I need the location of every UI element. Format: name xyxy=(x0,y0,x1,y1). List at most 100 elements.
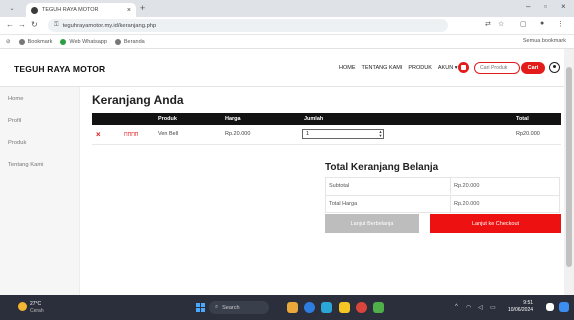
continue-shopping-button[interactable]: Lanjut Berbelanja xyxy=(325,214,419,233)
tab-search-icon[interactable]: ⌄ xyxy=(6,3,18,14)
network-icon[interactable]: ◠ xyxy=(466,304,471,311)
nav-account-dropdown[interactable]: AKUN ▾ xyxy=(438,65,458,71)
column-header-total: Total xyxy=(516,115,529,122)
cart-table: Produk Harga Jumlah Total × ПППП Ven Bel… xyxy=(92,113,561,145)
web-page: TEGUH RAYA MOTOR HOME TENTANG KAMI PRODU… xyxy=(0,49,564,295)
tray-chevron-icon[interactable]: ^ xyxy=(455,304,458,310)
nav-about[interactable]: TENTANG KAMI xyxy=(362,65,403,71)
maximize-icon[interactable]: ▫ xyxy=(544,2,547,11)
clock-date: 10/06/2024 xyxy=(508,307,534,313)
copilot-icon[interactable] xyxy=(559,302,569,312)
minimize-icon[interactable]: – xyxy=(526,2,530,11)
total-label: Total Harga xyxy=(329,201,358,207)
sidebar: Home Profil Produk Tentang Kami xyxy=(0,87,80,295)
subtotal-row: Subtotal Rp.20.000 xyxy=(325,177,560,195)
url-text: teguhrayamotor.my.id/keranjang.php xyxy=(62,22,157,29)
taskbar-search[interactable]: ⌕ Search xyxy=(209,301,269,314)
app-icon[interactable] xyxy=(373,302,384,313)
bookmarks-bar: ⊘ Bookmark Web Whatsapp Beranda Semua bo… xyxy=(0,35,574,49)
weather-desc: Cerah xyxy=(30,308,44,314)
weather-sun-icon xyxy=(18,302,27,311)
checkout-button[interactable]: Lanjut ke Checkout xyxy=(430,214,561,233)
search-icon: ⌕ xyxy=(215,304,219,310)
site-brand[interactable]: TEGUH RAYA MOTOR xyxy=(14,64,105,74)
extensions-icon[interactable]: ▢ xyxy=(520,20,527,28)
column-header-product: Produk xyxy=(158,115,177,122)
cart-totals-table: Subtotal Rp.20.000 Total Harga Rp.20.000 xyxy=(325,177,560,213)
product-price: Rp.20.000 xyxy=(225,131,251,137)
nav-products[interactable]: PRODUK xyxy=(408,65,432,71)
chrome-icon[interactable] xyxy=(356,302,367,313)
page-scrollbar[interactable] xyxy=(564,49,574,295)
quantity-stepper[interactable] xyxy=(302,129,384,139)
table-row: × ПППП Ven Bell Rp.20.000 ▲▼ Rp20.000 xyxy=(92,125,561,145)
nav-home[interactable]: HOME xyxy=(339,65,356,71)
weather-widget[interactable]: 27°C Cerah xyxy=(18,300,58,315)
profile-icon[interactable]: ● xyxy=(540,20,544,27)
bookmark-favicon-icon xyxy=(114,38,121,45)
quantity-spinner-icon[interactable]: ▲ ▼ xyxy=(378,130,383,138)
site-header: TEGUH RAYA MOTOR HOME TENTANG KAMI PRODU… xyxy=(0,49,564,87)
bookmark-favicon-icon xyxy=(18,38,25,45)
cart-totals-title: Total Keranjang Belanja xyxy=(325,162,439,173)
menu-kebab-icon[interactable]: ⋮ xyxy=(557,20,564,28)
site-favicon-icon xyxy=(31,6,38,14)
back-icon[interactable]: ← xyxy=(6,20,14,29)
column-header-price: Harga xyxy=(225,115,241,122)
all-bookmarks-button[interactable]: Semua bookmark xyxy=(523,38,566,44)
bookmark-item[interactable]: Bookmark xyxy=(18,38,52,45)
windows-start-icon[interactable] xyxy=(196,303,205,312)
tab-title: TEGUH RAYA MOTOR xyxy=(42,7,99,13)
new-tab-icon[interactable]: + xyxy=(140,3,145,13)
whatsapp-icon xyxy=(60,38,67,45)
forward-icon[interactable]: → xyxy=(18,20,26,29)
clock-time: 9:51 xyxy=(523,300,534,306)
remove-item-icon[interactable]: × xyxy=(96,130,101,139)
column-header-qty: Jumlah xyxy=(304,115,324,122)
user-icon[interactable] xyxy=(549,62,560,73)
sidebar-item-home[interactable]: Home xyxy=(0,88,80,110)
tab-close-icon[interactable]: × xyxy=(127,7,131,14)
volume-icon[interactable]: ◁ xyxy=(478,304,483,311)
total-row: Total Harga Rp.20.000 xyxy=(325,195,560,213)
bookmark-item[interactable]: Beranda xyxy=(114,38,145,45)
sidebar-item-profile[interactable]: Profil xyxy=(0,110,80,132)
browser-tab-strip: ⌄ TEGUH RAYA MOTOR × + – ▫ × xyxy=(0,0,574,17)
main-nav: HOME TENTANG KAMI PRODUK AKUN ▾ xyxy=(339,65,457,71)
system-clock[interactable]: 9:51 10/06/2024 xyxy=(508,300,533,314)
bookmarks-apps-icon[interactable]: ⊘ xyxy=(6,39,11,45)
row-total: Rp20.000 xyxy=(516,131,540,137)
search-button[interactable]: Cari xyxy=(521,62,545,74)
translate-icon[interactable]: ⇄ xyxy=(485,20,491,28)
cell-divider xyxy=(450,196,451,212)
subtotal-value: Rp.20.000 xyxy=(454,183,480,189)
scrollbar-thumb[interactable] xyxy=(566,67,572,267)
cart-icon[interactable] xyxy=(458,62,469,73)
file-explorer-icon[interactable] xyxy=(339,302,350,313)
notification-icon[interactable] xyxy=(546,303,554,311)
store-icon[interactable] xyxy=(321,302,332,313)
cart-table-header: Produk Harga Jumlah Total xyxy=(92,113,561,125)
product-thumbnail: ПППП xyxy=(124,132,139,138)
bookmark-star-icon[interactable]: ☆ xyxy=(498,20,504,28)
product-search-input[interactable] xyxy=(474,62,520,74)
subtotal-label: Subtotal xyxy=(329,183,350,189)
page-title: Keranjang Anda xyxy=(92,93,184,107)
edge-browser-icon[interactable] xyxy=(304,302,315,313)
sidebar-item-about[interactable]: Tentang Kami xyxy=(0,154,80,176)
weather-temp: 27°C xyxy=(30,301,42,307)
site-info-icon[interactable]: ⚿ xyxy=(54,22,59,29)
taskbar-search-label: Search xyxy=(222,304,240,311)
address-bar[interactable]: ⚿ teguhrayamotor.my.id/keranjang.php xyxy=(48,19,448,32)
product-name: Ven Bell xyxy=(158,131,179,137)
bookmark-item[interactable]: Web Whatsapp xyxy=(60,38,107,45)
sidebar-item-products[interactable]: Produk xyxy=(0,132,80,154)
close-window-icon[interactable]: × xyxy=(561,2,566,11)
widgets-icon[interactable] xyxy=(287,302,298,313)
total-value: Rp.20.000 xyxy=(454,201,480,207)
reload-icon[interactable]: ↻ xyxy=(31,20,38,29)
browser-tab[interactable]: TEGUH RAYA MOTOR × xyxy=(26,3,136,17)
browser-toolbar: ← → ↻ ⚿ teguhrayamotor.my.id/keranjang.p… xyxy=(0,17,574,35)
battery-icon[interactable]: ▭ xyxy=(490,304,496,311)
taskbar: 27°C Cerah ⌕ Search ^ ◠ ◁ ▭ 9:51 10/06/2… xyxy=(0,295,574,320)
